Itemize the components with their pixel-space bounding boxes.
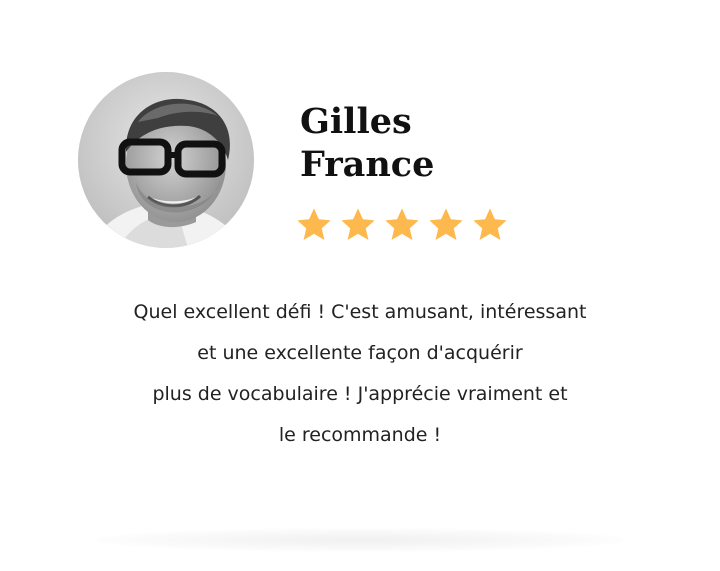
star-icon [383, 206, 421, 244]
star-icon [295, 206, 333, 244]
reviewer-country: France [300, 144, 435, 185]
testimonial-card: Gilles France Quel excellent défi ! C'es… [0, 0, 720, 571]
card-bottom-shadow [90, 528, 630, 552]
testimonial-quote: Quel excellent défi ! C'est amusant, int… [60, 292, 660, 456]
star-rating [295, 206, 509, 244]
star-icon [339, 206, 377, 244]
quote-line: Quel excellent défi ! C'est amusant, int… [133, 301, 587, 323]
quote-line: et une excellente façon d'acquérir [197, 342, 523, 364]
reviewer-name: Gilles France [300, 100, 434, 186]
avatar [78, 72, 254, 248]
quote-line: le recommande ! [278, 424, 442, 446]
quote-line: plus de vocabulaire ! J'apprécie vraimen… [152, 383, 568, 405]
star-icon [471, 206, 509, 244]
star-icon [427, 206, 465, 244]
reviewer-first-name: Gilles [300, 101, 412, 142]
